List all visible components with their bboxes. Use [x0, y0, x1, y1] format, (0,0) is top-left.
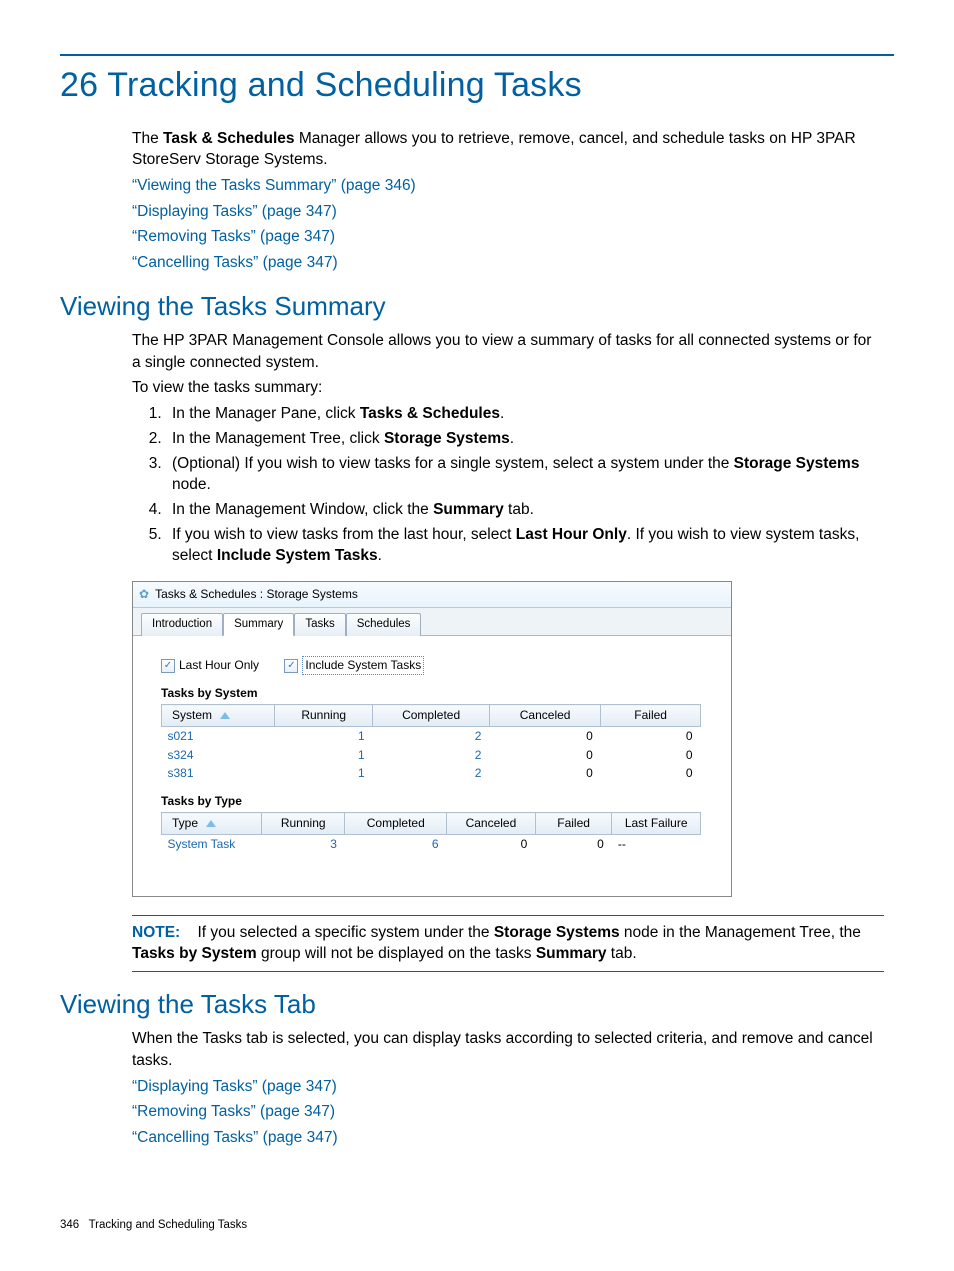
table-header-row: System Running Completed Canceled Failed: [162, 705, 701, 727]
table-row[interactable]: s381 1 2 0 0: [162, 764, 701, 783]
tasks-by-system-heading: Tasks by System: [161, 685, 713, 702]
tab-introduction[interactable]: Introduction: [141, 613, 223, 636]
gear-icon: ✿: [139, 586, 149, 603]
footer-label: Tracking and Scheduling Tasks: [89, 1219, 248, 1231]
col-completed[interactable]: Completed: [345, 813, 447, 835]
col-type[interactable]: Type: [162, 813, 262, 835]
tasks-by-system-table: System Running Completed Canceled Failed…: [161, 704, 701, 783]
xref-remove-tasks[interactable]: “Removing Tasks” (page 347): [132, 228, 335, 245]
section1-p2: To view the tasks summary:: [132, 377, 884, 399]
top-rule: [60, 54, 894, 56]
col-canceled[interactable]: Canceled: [489, 705, 600, 727]
note-box: NOTE: If you selected a specific system …: [132, 915, 884, 972]
xref-display-tasks-2[interactable]: “Displaying Tasks” (page 347): [132, 1078, 337, 1095]
section1-p1: The HP 3PAR Management Console allows yo…: [132, 330, 884, 373]
page-footer: 346 Tracking and Scheduling Tasks: [60, 1217, 247, 1233]
col-running[interactable]: Running: [261, 813, 344, 835]
tab-tasks[interactable]: Tasks: [294, 613, 345, 636]
table-row[interactable]: s021 1 2 0 0: [162, 726, 701, 745]
check-icon: ✓: [284, 659, 298, 673]
steps-list: In the Manager Pane, click Tasks & Sched…: [132, 403, 884, 567]
tab-schedules[interactable]: Schedules: [346, 613, 422, 636]
note-label: NOTE:: [132, 924, 180, 941]
sort-asc-icon: [220, 712, 230, 719]
col-canceled[interactable]: Canceled: [447, 813, 536, 835]
step-4: In the Management Window, click the Summ…: [166, 499, 884, 521]
screenshot-panel: ✿ Tasks & Schedules : Storage Systems In…: [132, 581, 732, 897]
step-1: In the Manager Pane, click Tasks & Sched…: [166, 403, 884, 425]
table-header-row: Type Running Completed Canceled Failed L…: [162, 813, 701, 835]
screenshot-tabs: Introduction Summary Tasks Schedules: [133, 608, 731, 636]
checkbox-include-system[interactable]: ✓ Include System Tasks: [284, 656, 424, 675]
table-row[interactable]: s324 1 2 0 0: [162, 746, 701, 765]
xref-remove-tasks-2[interactable]: “Removing Tasks” (page 347): [132, 1103, 335, 1120]
xref-cancel-tasks[interactable]: “Cancelling Tasks” (page 347): [132, 254, 338, 271]
step-5: If you wish to view tasks from the last …: [166, 524, 884, 567]
intro-paragraph: The Task & Schedules Manager allows you …: [132, 128, 884, 171]
screenshot-title: Tasks & Schedules : Storage Systems: [155, 586, 358, 603]
col-running[interactable]: Running: [275, 705, 373, 727]
step-2: In the Management Tree, click Storage Sy…: [166, 428, 884, 450]
checkbox-last-hour[interactable]: ✓ Last Hour Only: [161, 657, 259, 674]
chapter-heading: 26 Tracking and Scheduling Tasks: [60, 62, 894, 110]
section2-p1: When the Tasks tab is selected, you can …: [132, 1028, 884, 1071]
tab-summary[interactable]: Summary: [223, 613, 294, 636]
chapter-number: 26: [60, 66, 98, 104]
step-3: (Optional) If you wish to view tasks for…: [166, 453, 884, 496]
xref-cancel-tasks-2[interactable]: “Cancelling Tasks” (page 347): [132, 1129, 338, 1146]
xref-view-summary[interactable]: “Viewing the Tasks Summary” (page 346): [132, 177, 416, 194]
section-viewing-summary: Viewing the Tasks Summary: [60, 288, 894, 324]
tasks-by-type-heading: Tasks by Type: [161, 793, 713, 810]
xref-display-tasks[interactable]: “Displaying Tasks” (page 347): [132, 203, 337, 220]
chapter-title: Tracking and Scheduling Tasks: [107, 66, 582, 104]
col-failed[interactable]: Failed: [535, 813, 612, 835]
tasks-by-type-table: Type Running Completed Canceled Failed L…: [161, 812, 701, 854]
sort-asc-icon: [206, 820, 216, 827]
table-row[interactable]: System Task 3 6 0 0 --: [162, 834, 701, 853]
page-number: 346: [60, 1219, 79, 1231]
intro-bold: Task & Schedules: [163, 130, 295, 147]
check-icon: ✓: [161, 659, 175, 673]
col-last-failure[interactable]: Last Failure: [612, 813, 701, 835]
col-failed[interactable]: Failed: [601, 705, 701, 727]
col-completed[interactable]: Completed: [373, 705, 490, 727]
screenshot-titlebar: ✿ Tasks & Schedules : Storage Systems: [133, 582, 731, 608]
col-system[interactable]: System: [162, 705, 275, 727]
section-viewing-tab: Viewing the Tasks Tab: [60, 986, 894, 1022]
